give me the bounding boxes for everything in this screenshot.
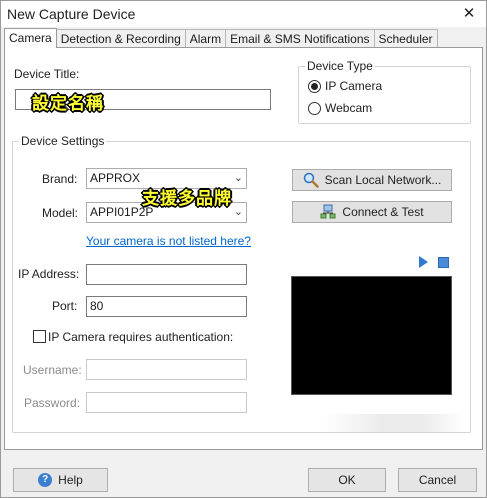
close-icon: ✕ (462, 5, 476, 22)
password-label: Password: (24, 396, 81, 410)
port-input[interactable]: 80 (86, 296, 247, 317)
camera-tab-panel: Device Title: 設定名稱 Device Type IP Camera… (4, 47, 483, 450)
camera-not-listed-link[interactable]: Your camera is not listed here? (86, 234, 251, 248)
connect-test-button[interactable]: Connect & Test (292, 201, 452, 223)
help-icon: ? (38, 473, 53, 487)
brand-support-caption: 支援多品牌 (142, 189, 232, 209)
cancel-button[interactable]: Cancel (398, 468, 477, 492)
scan-local-network-label: Scan Local Network... (324, 173, 442, 187)
cancel-label: Cancel (418, 473, 457, 487)
ip-address-input[interactable] (86, 264, 247, 285)
ip-address-label: IP Address: (18, 267, 80, 281)
password-input[interactable] (86, 392, 247, 413)
brand-label: Brand: (42, 172, 78, 186)
chevron-down-icon: ⌄ (233, 172, 243, 184)
device-title-caption: 設定名稱 (32, 94, 104, 114)
close-button[interactable]: ✕ (456, 3, 482, 25)
webcam-radio[interactable] (308, 102, 321, 115)
username-input[interactable] (86, 359, 247, 380)
model-label: Model: (42, 206, 79, 220)
stop-icon[interactable] (438, 257, 449, 268)
device-type-legend: Device Type (305, 59, 375, 73)
play-icon[interactable] (419, 256, 428, 268)
scan-local-network-button[interactable]: Scan Local Network... (292, 169, 452, 191)
network-icon (320, 204, 336, 219)
magnifier-icon (303, 172, 319, 188)
auth-required-label: IP Camera requires authentication: (48, 330, 234, 344)
ok-label: OK (338, 473, 356, 487)
auth-required-checkbox[interactable] (33, 330, 46, 343)
tab-scheduler[interactable]: Scheduler (373, 29, 438, 48)
help-button[interactable]: ? Help (13, 468, 108, 492)
ip-camera-label: IP Camera (325, 79, 383, 93)
tab-email-sms-notifications[interactable]: Email & SMS Notifications (225, 29, 375, 48)
help-label: Help (58, 473, 83, 487)
webcam-label: Webcam (325, 101, 373, 115)
ok-button[interactable]: OK (308, 468, 386, 492)
brand-value: APPROX (90, 171, 141, 185)
tab-bar: Camera Detection & Recording Alarm Email… (4, 28, 438, 48)
video-preview (291, 276, 452, 395)
device-title-label: Device Title: (14, 67, 80, 81)
title-bar: New Capture Device ✕ (1, 1, 486, 27)
status-strip (323, 414, 466, 432)
window-title: New Capture Device (7, 6, 136, 22)
device-settings-legend: Device Settings (19, 134, 107, 148)
tab-camera[interactable]: Camera (4, 28, 57, 48)
chevron-down-icon: ⌄ (233, 206, 243, 218)
ip-camera-radio[interactable] (308, 80, 321, 93)
port-label: Port: (52, 299, 78, 313)
connect-test-label: Connect & Test (342, 205, 424, 219)
tab-alarm[interactable]: Alarm (184, 29, 227, 48)
tab-detection-recording[interactable]: Detection & Recording (55, 29, 186, 48)
username-label: Username: (23, 363, 82, 377)
device-type-group: Device Type IP Camera Webcam (298, 59, 471, 124)
dialog-window: New Capture Device ✕ Camera Detection & … (0, 0, 487, 498)
